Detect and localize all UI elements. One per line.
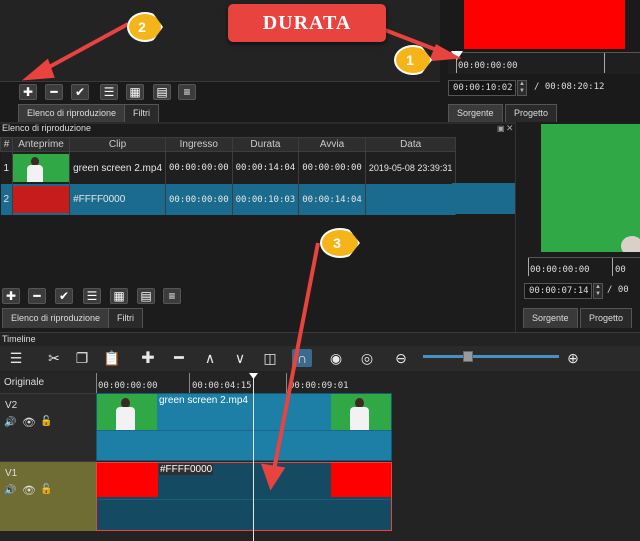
arrow-3-head (260, 463, 286, 491)
durata-label: DURATA (262, 11, 352, 34)
durata-callout: DURATA (228, 4, 386, 42)
arrow-2-head (21, 58, 55, 81)
arrow-3-to-timeline (272, 242, 320, 471)
arrow-durata-head (428, 44, 462, 62)
annotation-overlay (21, 22, 462, 491)
arrow-2-to-add-button (39, 22, 129, 74)
